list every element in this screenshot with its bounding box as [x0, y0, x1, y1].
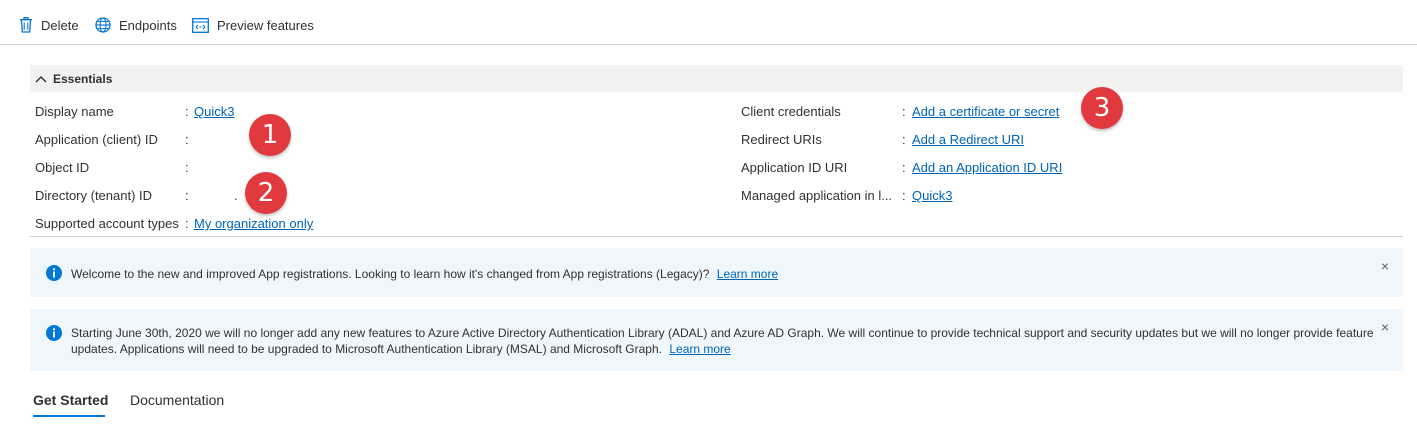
- info-icon: [46, 325, 62, 344]
- property-label: Directory (tenant) ID: [35, 187, 153, 203]
- property-display-name: Display name: [35, 100, 114, 122]
- adal-deprecation-banner: Starting June 30th, 2020 we will no long…: [30, 309, 1403, 371]
- endpoints-button[interactable]: Endpoints: [95, 14, 177, 36]
- annotation-badge-2: 2: [245, 172, 287, 214]
- property-label: Application ID URI: [741, 159, 848, 175]
- property-application-client-id: Application (client) ID: [35, 128, 158, 150]
- endpoints-label: Endpoints: [119, 17, 177, 33]
- preview-features-label: Preview features: [217, 17, 314, 33]
- adal-learn-more-link[interactable]: Learn more: [669, 342, 730, 356]
- property-label: Object ID: [35, 159, 90, 175]
- preview-icon: [192, 17, 209, 33]
- property-label: Redirect URIs: [741, 131, 822, 147]
- essentials-toggle[interactable]: Essentials: [30, 65, 1403, 92]
- welcome-learn-more-link[interactable]: Learn more: [717, 267, 778, 281]
- property-colon: :: [902, 188, 906, 203]
- close-icon[interactable]: ×: [1381, 319, 1389, 335]
- display-name-link[interactable]: Quick3: [194, 104, 234, 119]
- essentials-title: Essentials: [53, 71, 113, 86]
- property-object-id: Object ID: [35, 156, 89, 178]
- property-label: Supported account types: [35, 215, 179, 231]
- preview-features-button[interactable]: Preview features: [192, 14, 314, 36]
- annotation-badge-1: 1: [249, 114, 291, 156]
- active-tab-indicator: [33, 415, 105, 417]
- add-redirect-uri-link[interactable]: Add a Redirect URI: [912, 132, 1024, 147]
- chevron-up-icon: [35, 71, 47, 86]
- welcome-banner-message: Welcome to the new and improved App regi…: [71, 266, 778, 282]
- tab-get-started[interactable]: Get Started: [33, 392, 108, 408]
- property-label: Managed application in l...: [741, 187, 893, 203]
- property-colon: :: [185, 216, 189, 231]
- adal-banner-message: Starting June 30th, 2020 we will no long…: [71, 325, 1381, 357]
- property-directory-tenant-id: Directory (tenant) ID: [35, 184, 152, 206]
- info-icon: [46, 265, 62, 284]
- adal-banner-text-line2: updates. Applications will need to be up…: [71, 342, 662, 356]
- property-colon: :: [902, 104, 906, 119]
- property-colon: :: [902, 160, 906, 175]
- property-label: Client credentials: [741, 103, 841, 119]
- managed-application-link[interactable]: Quick3: [912, 188, 952, 203]
- essentials-divider: [30, 236, 1403, 237]
- add-application-id-uri-link[interactable]: Add an Application ID URI: [912, 160, 1062, 175]
- annotation-badge-3: 3: [1081, 87, 1123, 129]
- property-label: Display name: [35, 103, 114, 119]
- property-application-id-uri: Application ID URI: [741, 156, 847, 178]
- property-colon: :: [902, 132, 906, 147]
- command-bar: Delete Endpoints Preview features: [0, 0, 1417, 45]
- property-colon: :: [185, 188, 189, 203]
- property-redirect-uris: Redirect URIs: [741, 128, 822, 150]
- globe-icon: [95, 17, 111, 33]
- property-colon: :: [185, 132, 189, 147]
- close-icon[interactable]: ×: [1381, 258, 1389, 274]
- adal-banner-text-line1: Starting June 30th, 2020 we will no long…: [71, 326, 1374, 340]
- welcome-banner: Welcome to the new and improved App regi…: [30, 248, 1403, 297]
- delete-button[interactable]: Delete: [19, 14, 79, 36]
- trash-icon: [19, 17, 33, 33]
- adal-banner-line2: updates. Applications will need to be up…: [71, 341, 1381, 357]
- property-colon: :: [185, 104, 189, 119]
- property-label: Application (client) ID: [35, 131, 158, 147]
- add-certificate-link[interactable]: Add a certificate or secret: [912, 104, 1059, 119]
- tenant-id-value: .: [234, 188, 238, 203]
- property-colon: :: [185, 160, 189, 175]
- property-supported-account-types: Supported account types: [35, 212, 179, 234]
- property-client-credentials: Client credentials: [741, 100, 841, 122]
- welcome-banner-text: Welcome to the new and improved App regi…: [71, 267, 710, 281]
- delete-label: Delete: [41, 17, 79, 33]
- tab-documentation[interactable]: Documentation: [130, 392, 224, 408]
- property-managed-application: Managed application in l...: [741, 184, 892, 206]
- supported-account-types-link[interactable]: My organization only: [194, 216, 313, 231]
